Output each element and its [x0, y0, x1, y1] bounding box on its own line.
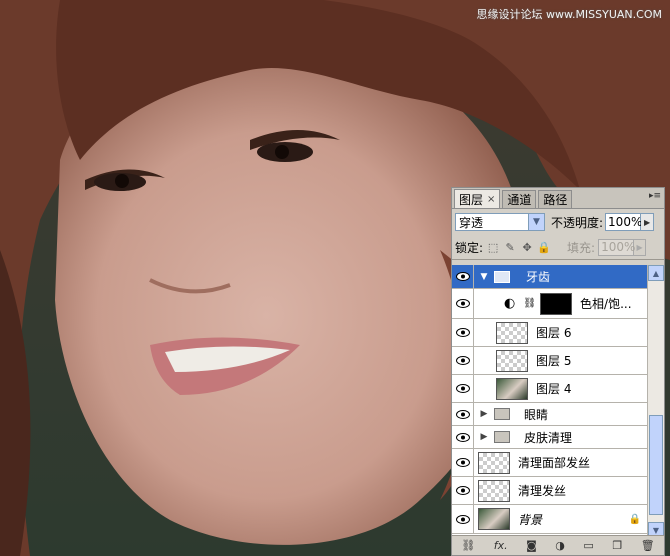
close-icon[interactable]: × [487, 194, 495, 205]
visibility-eye-icon[interactable] [452, 426, 474, 448]
fill-label: 填充: [567, 240, 596, 255]
layer-row-hue-sat[interactable]: ◐ ⛓ 色相/饱... [452, 289, 649, 319]
layer-row-eyes-group[interactable]: ▶ 眼睛 [452, 403, 649, 426]
panel-menu-icon[interactable]: ▸≡ [649, 191, 661, 201]
layer-name: 图层 4 [536, 382, 572, 396]
layer-row-hair[interactable]: 清理发丝 [452, 477, 649, 505]
fill-arrow-icon[interactable]: ▶ [634, 238, 647, 256]
visibility-eye-icon[interactable] [452, 505, 474, 533]
mask-icon[interactable]: ◙ [526, 539, 537, 552]
visibility-eye-icon[interactable] [452, 347, 474, 374]
layer-list-scrollbar[interactable]: ▲ ▼ [647, 265, 664, 538]
tab-layers-label: 图层 [459, 192, 484, 207]
layer-thumbnail [496, 321, 528, 344]
lock-label: 锁定: [455, 240, 484, 255]
visibility-eye-icon[interactable] [452, 319, 474, 346]
layer-thumbnail [478, 479, 510, 502]
new-layer-icon[interactable]: ❐ [612, 539, 622, 552]
chevron-down-icon[interactable]: ▼ [528, 214, 544, 230]
layer-name: 色相/饱... [580, 297, 632, 311]
expand-right-icon[interactable]: ▶ [478, 409, 490, 419]
layer-row-teeth-group[interactable]: ▼ 牙齿 [452, 265, 649, 289]
layers-panel: 图层 × 通道 路径 ▸≡ 穿透 ▼ 不透明度: 100% ▶ 锁定: ⬚ ✎ … [451, 187, 665, 556]
tab-channels-label: 通道 [507, 193, 532, 207]
blend-row: 穿透 ▼ 不透明度: 100% ▶ [452, 209, 664, 235]
layer-row-layer6[interactable]: 图层 6 [452, 319, 649, 347]
layer-name: 图层 6 [536, 326, 572, 340]
layer-thumbnail [496, 377, 528, 400]
lock-transparency-icon[interactable]: ⬚ [486, 240, 500, 254]
visibility-eye-icon[interactable] [452, 265, 474, 288]
opacity-input[interactable]: 100% [605, 213, 642, 231]
panel-tabs: 图层 × 通道 路径 ▸≡ [452, 188, 664, 209]
layer-name: 清理发丝 [518, 484, 567, 498]
tab-paths[interactable]: 路径 [538, 190, 573, 208]
blend-mode-value: 穿透 [459, 215, 484, 230]
visibility-eye-icon[interactable] [452, 289, 474, 318]
scroll-thumb[interactable] [649, 415, 663, 515]
link-icon[interactable]: ⛓ [461, 539, 475, 552]
mask-thumbnail [540, 292, 573, 315]
layer-thumbnail [496, 349, 528, 372]
layer-row-layer4[interactable]: 图层 4 [452, 375, 649, 403]
tab-paths-label: 路径 [543, 193, 568, 207]
group-icon[interactable]: ▭ [583, 539, 593, 552]
tab-channels[interactable]: 通道 [502, 190, 537, 208]
layer-thumbnail [478, 508, 510, 530]
layer-row-face-hair[interactable]: 清理面部发丝 [452, 449, 649, 477]
trash-icon[interactable]: 🗑 [641, 539, 655, 552]
scroll-up-icon[interactable]: ▲ [648, 265, 664, 281]
layer-name: 背景 [518, 512, 543, 527]
expand-down-icon[interactable]: ▼ [478, 272, 490, 282]
tab-layers[interactable]: 图层 × [454, 189, 501, 208]
watermark: 思缘设计论坛 www.MISSYUAN.COM [476, 8, 662, 21]
visibility-eye-icon[interactable] [452, 375, 474, 402]
opacity-label: 不透明度: [551, 215, 604, 230]
visibility-eye-icon[interactable] [452, 403, 474, 425]
layer-name: 图层 5 [536, 354, 572, 368]
lock-all-icon[interactable]: 🔒 [537, 240, 551, 254]
fill-input[interactable]: 100% [598, 238, 635, 256]
folder-icon [494, 408, 510, 420]
layer-list: ▼ 牙齿 ◐ ⛓ 色相/饱... 图层 6 图层 5 图层 4 ▶ 眼睛 ▶ 皮… [452, 265, 649, 538]
folder-icon [494, 270, 510, 283]
lock-move-icon[interactable]: ✥ [520, 240, 534, 254]
expand-right-icon[interactable]: ▶ [478, 432, 490, 442]
blend-mode-select[interactable]: 穿透 ▼ [455, 213, 545, 231]
layer-thumbnail [478, 451, 510, 474]
panel-footer: ⛓ fx. ◙ ◑ ▭ ❐ 🗑 [452, 535, 664, 555]
layer-row-skin-group[interactable]: ▶ 皮肤清理 [452, 426, 649, 449]
link-chain-icon[interactable]: ⛓ [523, 298, 536, 309]
adjustment-layer-icon: ◐ [504, 296, 516, 311]
visibility-eye-icon[interactable] [452, 477, 474, 504]
layer-row-background[interactable]: 背景 🔒 [452, 505, 649, 534]
layer-name: 眼睛 [524, 407, 549, 422]
layer-name: 皮肤清理 [524, 430, 573, 445]
lock-icon: 🔒 [628, 513, 641, 525]
layer-row-layer5[interactable]: 图层 5 [452, 347, 649, 375]
adjustment-icon[interactable]: ◑ [555, 539, 565, 552]
visibility-eye-icon[interactable] [452, 449, 474, 476]
opacity-arrow-icon[interactable]: ▶ [641, 213, 655, 231]
folder-icon [494, 431, 510, 443]
lock-paint-icon[interactable]: ✎ [503, 240, 517, 254]
lock-row: 锁定: ⬚ ✎ ✥ 🔒 填充: 100% ▶ [452, 235, 664, 260]
layer-name: 清理面部发丝 [518, 456, 591, 470]
layer-name: 牙齿 [526, 270, 551, 284]
fx-icon[interactable]: fx. [494, 539, 508, 552]
